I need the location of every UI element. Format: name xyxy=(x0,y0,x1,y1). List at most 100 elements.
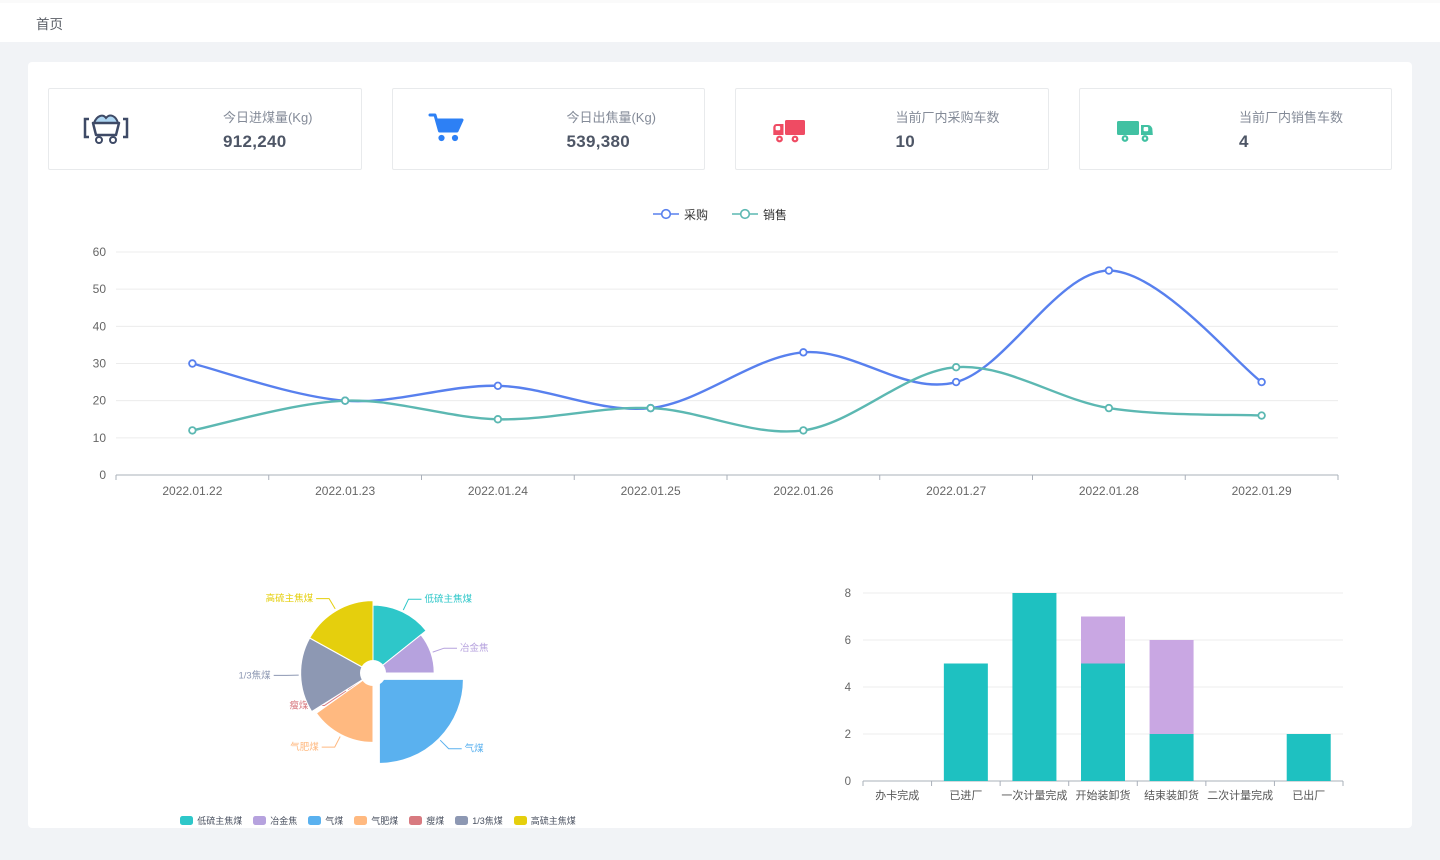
bar-segment-结束装卸货[interactable] xyxy=(1150,640,1194,734)
bar-chart-section: 02468办卡完成已进厂一次计量完成开始装卸货结束装卸货二次计量完成已出厂 xyxy=(788,569,1358,830)
data-point-marker[interactable] xyxy=(953,379,960,386)
stats-row: 今日进煤量(Kg) 912,240 今日出焦量(Kg) 539,380 xyxy=(48,88,1392,170)
breadcrumb-home[interactable]: 首页 xyxy=(36,13,63,33)
bar-segment-已进厂[interactable] xyxy=(944,664,988,782)
legend-label: 冶金焦 xyxy=(270,814,297,827)
stat-card-purchase-trucks: 当前厂内采购车数 10 xyxy=(735,88,1049,170)
x-axis-label: 办卡完成 xyxy=(875,788,919,802)
x-axis-label: 2022.01.27 xyxy=(926,484,986,498)
bar-segment-开始装卸货[interactable] xyxy=(1081,664,1125,782)
stat-card-coal-intake: 今日进煤量(Kg) 912,240 xyxy=(48,88,362,170)
pie-label-line xyxy=(440,740,462,749)
data-point-marker[interactable] xyxy=(647,405,654,412)
pie-legend-item-瘦煤[interactable]: 瘦煤 xyxy=(409,814,444,827)
stat-text: 当前厂内销售车数 4 xyxy=(1239,107,1343,152)
legend-circle xyxy=(741,210,750,219)
bar-segment-已出厂[interactable] xyxy=(1287,734,1331,781)
bottom-row: 低硫主焦煤冶金焦气煤气肥煤瘦煤1/3焦煤高硫主焦煤 低硫主焦煤冶金焦气煤气肥煤瘦… xyxy=(48,555,1392,830)
x-axis-label: 2022.01.29 xyxy=(1232,484,1292,498)
line-series-采购 xyxy=(192,271,1261,409)
stat-text: 当前厂内采购车数 10 xyxy=(895,107,999,152)
legend-label: 气肥煤 xyxy=(371,814,398,827)
stat-value: 912,240 xyxy=(223,132,313,152)
data-point-marker[interactable] xyxy=(1106,267,1113,274)
legend-swatch-icon xyxy=(409,816,422,825)
stat-label: 当前厂内采购车数 xyxy=(895,107,999,126)
topbar: 首页 xyxy=(0,0,1440,42)
x-axis-label: 2022.01.24 xyxy=(468,484,528,498)
legend-label: 低硫主焦煤 xyxy=(197,814,242,827)
pie-label: 低硫主焦煤 xyxy=(425,593,473,605)
y-axis-label: 30 xyxy=(93,357,107,371)
data-point-marker[interactable] xyxy=(800,427,807,434)
legend-swatch-icon xyxy=(253,816,266,825)
pie-legend-item-高硫主焦煤[interactable]: 高硫主焦煤 xyxy=(514,814,576,827)
line-legend-marker-icon xyxy=(732,208,758,220)
legend-label: 1/3焦煤 xyxy=(472,814,503,827)
data-point-marker[interactable] xyxy=(1258,412,1265,419)
data-point-marker[interactable] xyxy=(342,397,349,404)
data-point-marker[interactable] xyxy=(800,349,807,356)
pie-legend-item-1/3焦煤[interactable]: 1/3焦煤 xyxy=(455,814,503,827)
pie-chart-section: 低硫主焦煤冶金焦气煤气肥煤瘦煤1/3焦煤高硫主焦煤 低硫主焦煤冶金焦气煤气肥煤瘦… xyxy=(68,555,688,830)
line-series-销售 xyxy=(192,367,1261,432)
coal-type-rose-chart: 低硫主焦煤冶金焦气煤气肥煤瘦煤1/3焦煤高硫主焦煤 xyxy=(68,555,688,807)
data-point-marker[interactable] xyxy=(1258,379,1265,386)
x-axis-label: 已进厂 xyxy=(949,789,982,802)
legend-item-销售[interactable]: 销售 xyxy=(732,206,787,223)
bar-segment-一次计量完成[interactable] xyxy=(1012,593,1056,781)
legend-label: 销售 xyxy=(763,206,787,223)
x-axis-label: 2022.01.23 xyxy=(315,484,375,498)
data-point-marker[interactable] xyxy=(495,383,502,390)
stat-text: 今日进煤量(Kg) 912,240 xyxy=(223,107,313,152)
legend-swatch-icon xyxy=(308,816,321,825)
y-axis-label: 40 xyxy=(93,319,107,333)
shopping-cart-icon xyxy=(427,111,467,147)
x-axis-label: 开始装卸货 xyxy=(1076,788,1131,802)
y-axis-label: 2 xyxy=(845,729,851,741)
line-legend-marker-icon xyxy=(653,208,679,220)
stat-label: 当前厂内销售车数 xyxy=(1239,107,1343,126)
legend-item-采购[interactable]: 采购 xyxy=(653,206,708,223)
legend-swatch-icon xyxy=(180,816,193,825)
pie-legend-item-冶金焦[interactable]: 冶金焦 xyxy=(253,814,297,827)
y-axis-label: 0 xyxy=(99,468,106,482)
x-axis-label: 2022.01.25 xyxy=(621,484,681,498)
legend-swatch-icon xyxy=(354,816,367,825)
pie-label: 高硫主焦煤 xyxy=(266,593,314,605)
line-chart-legend: 采购 销售 xyxy=(48,204,1392,224)
y-axis-label: 60 xyxy=(93,245,107,259)
data-point-marker[interactable] xyxy=(495,416,502,423)
stat-text: 今日出焦量(Kg) 539,380 xyxy=(566,107,656,152)
pie-legend-item-低硫主焦煤[interactable]: 低硫主焦煤 xyxy=(180,814,242,827)
purchase-truck-icon xyxy=(770,112,810,146)
x-axis-label: 已出厂 xyxy=(1292,788,1325,802)
y-axis-label: 10 xyxy=(93,431,107,445)
line-chart-section: 采购销售 01020304050602022.01.222022.01.2320… xyxy=(48,204,1392,507)
stat-label: 今日进煤量(Kg) xyxy=(223,107,313,126)
stat-label: 今日出焦量(Kg) xyxy=(566,107,656,126)
x-axis-label: 2022.01.22 xyxy=(162,484,222,498)
x-axis-label: 二次计量完成 xyxy=(1207,788,1273,802)
data-point-marker[interactable] xyxy=(189,427,196,434)
legend-swatch-icon xyxy=(455,816,468,825)
pie-label-line xyxy=(316,599,335,609)
bar-segment-结束装卸货[interactable] xyxy=(1150,734,1194,781)
y-axis-label: 6 xyxy=(845,635,851,647)
pie-label-line xyxy=(322,737,341,748)
legend-label: 气煤 xyxy=(325,814,343,827)
bar-segment-开始装卸货[interactable] xyxy=(1081,617,1125,664)
pie-legend-item-气肥煤[interactable]: 气肥煤 xyxy=(354,814,398,827)
data-point-marker[interactable] xyxy=(189,360,196,367)
pie-legend-item-气煤[interactable]: 气煤 xyxy=(308,814,343,827)
data-point-marker[interactable] xyxy=(1106,405,1113,412)
purchase-sales-line-chart: 01020304050602022.01.222022.01.232022.01… xyxy=(48,230,1392,502)
legend-label: 高硫主焦煤 xyxy=(531,814,576,827)
y-axis-label: 50 xyxy=(93,282,107,296)
pie-center-hole xyxy=(360,660,386,686)
data-point-marker[interactable] xyxy=(953,364,960,371)
pie-slice-气煤[interactable] xyxy=(379,679,463,763)
vehicle-status-bar-chart: 02468办卡完成已进厂一次计量完成开始装卸货结束装卸货二次计量完成已出厂 xyxy=(788,569,1358,825)
pie-label-line xyxy=(433,648,457,652)
y-axis-label: 8 xyxy=(845,588,851,600)
